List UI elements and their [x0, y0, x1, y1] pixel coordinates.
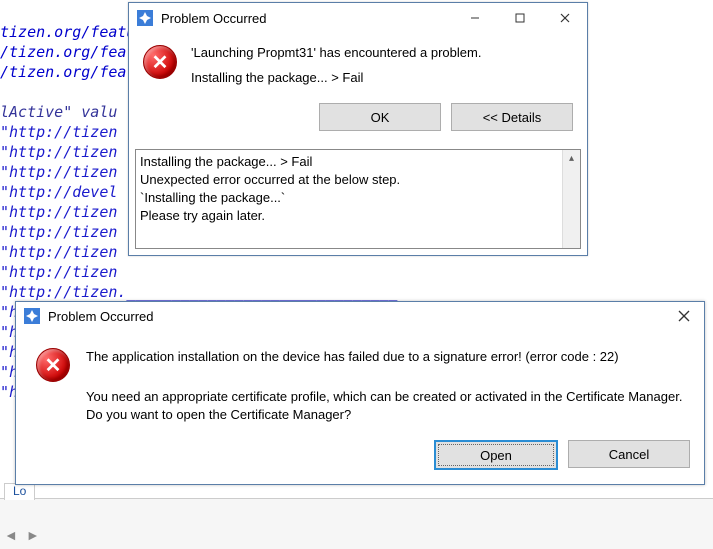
window-title: Problem Occurred	[48, 309, 153, 324]
error-heading: 'Launching Propmt31' has encountered a p…	[191, 45, 573, 60]
log-line: Unexpected error occurred at the below s…	[140, 171, 559, 189]
minimize-button[interactable]	[452, 4, 497, 33]
log-line: `Installing the package...`	[140, 189, 559, 207]
window-title: Problem Occurred	[161, 11, 266, 26]
titlebar[interactable]: Problem Occurred	[129, 3, 587, 33]
error-message-1: The application installation on the devi…	[86, 348, 684, 366]
editor-bottom-panel: Lo ◄ ►	[0, 498, 713, 549]
scrollbar-vertical[interactable]: ▴	[562, 150, 580, 248]
close-button[interactable]	[664, 303, 704, 330]
scroll-up-icon[interactable]: ▴	[563, 150, 580, 167]
log-line: Please try again later.	[140, 207, 559, 225]
log-line: Installing the package... > Fail	[140, 153, 559, 171]
ok-button[interactable]: OK	[319, 103, 441, 131]
titlebar[interactable]: Problem Occurred	[16, 302, 704, 330]
tizen-app-icon	[24, 308, 40, 324]
details-textarea[interactable]: Installing the package... > Fail Unexpec…	[135, 149, 581, 249]
error-message-2: You need an appropriate certificate prof…	[86, 388, 684, 424]
error-icon: ✕	[143, 45, 177, 79]
nav-left-icon[interactable]: ◄	[4, 527, 18, 543]
details-button[interactable]: << Details	[451, 103, 573, 131]
bottom-tab[interactable]: Lo	[4, 483, 35, 500]
dialog-problem-occurred-2: Problem Occurred ✕ The application insta…	[15, 301, 705, 485]
open-button[interactable]: Open	[434, 440, 558, 470]
dialog-problem-occurred-1: Problem Occurred ✕ 'Launching Propmt31' …	[128, 2, 588, 256]
maximize-button[interactable]	[497, 4, 542, 33]
error-icon: ✕	[36, 348, 70, 382]
tizen-app-icon	[137, 10, 153, 26]
cancel-button[interactable]: Cancel	[568, 440, 690, 468]
nav-right-icon[interactable]: ►	[26, 527, 40, 543]
close-button[interactable]	[542, 4, 587, 33]
error-subtext: Installing the package... > Fail	[191, 70, 573, 85]
